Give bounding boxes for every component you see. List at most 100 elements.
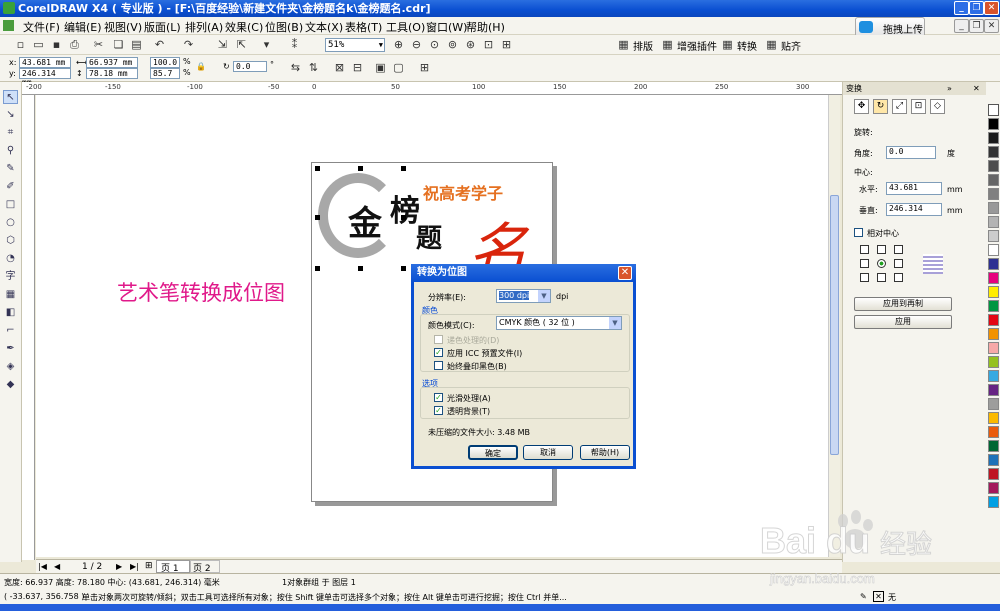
- new-icon[interactable]: ▫: [14, 38, 27, 51]
- ok-button[interactable]: 确定: [468, 445, 518, 460]
- zoom-selected-icon[interactable]: ⊙: [428, 38, 441, 51]
- skew-tab-icon[interactable]: ◇: [930, 99, 945, 114]
- selection-handle[interactable]: [358, 166, 363, 171]
- zoom-page-icon[interactable]: ⊛: [464, 38, 477, 51]
- menu-effects[interactable]: 效果(C): [225, 19, 263, 35]
- enhance-plugin-icon[interactable]: ▦: [661, 38, 674, 51]
- apply-to-duplicate-button[interactable]: 应用到再制: [854, 297, 952, 311]
- apply-icc-checkbox[interactable]: ✓: [434, 348, 443, 357]
- scrollbar-thumb[interactable]: [830, 195, 839, 455]
- size-tab-icon[interactable]: ⊡: [911, 99, 926, 114]
- add-page-icon[interactable]: ⊞: [145, 561, 153, 571]
- save-icon[interactable]: ▪: [50, 38, 63, 51]
- color-swatch[interactable]: [988, 482, 999, 494]
- y-position-field[interactable]: 246.314 mm: [19, 68, 71, 87]
- anchor-point[interactable]: [894, 273, 903, 282]
- lock-ratio-icon[interactable]: 🔒: [196, 62, 206, 71]
- menu-layout[interactable]: 版面(L): [144, 19, 181, 35]
- color-swatch[interactable]: [988, 328, 999, 340]
- docker-close-icon[interactable]: ✕: [973, 82, 980, 95]
- paste-icon[interactable]: ▤: [130, 38, 143, 51]
- always-overprint-checkbox[interactable]: [434, 361, 443, 370]
- artwork-group[interactable]: 金 榜 题 名 祝高考学子: [318, 168, 548, 287]
- width-field[interactable]: 66.937 mm: [86, 57, 138, 68]
- relative-center-checkbox[interactable]: [854, 228, 863, 237]
- apply-button[interactable]: 应用: [854, 315, 952, 329]
- mirror-horizontal-icon[interactable]: ⇆: [289, 61, 302, 74]
- prev-page-icon[interactable]: ◀: [54, 562, 60, 571]
- snap-plugin-icon[interactable]: ▦: [765, 38, 778, 51]
- rotation-field[interactable]: 0.0: [233, 61, 267, 72]
- smart-fill-tool-icon[interactable]: ✐: [3, 180, 18, 194]
- interactive-fill-tool-icon[interactable]: ◆: [3, 378, 18, 392]
- menu-file[interactable]: 文件(F): [23, 19, 60, 35]
- next-page-icon[interactable]: ▶: [116, 562, 122, 571]
- group-icon[interactable]: ⊠: [333, 61, 346, 74]
- menu-window[interactable]: 窗口(W): [426, 19, 467, 35]
- restore-button[interactable]: ❐: [969, 1, 984, 15]
- import-icon[interactable]: ⇲: [216, 38, 229, 51]
- docker-collapse-icon[interactable]: »: [947, 82, 952, 95]
- anchor-point[interactable]: [877, 273, 886, 282]
- anchor-point[interactable]: [894, 245, 903, 254]
- color-swatch[interactable]: [988, 426, 999, 438]
- menu-edit[interactable]: 编辑(E): [64, 19, 102, 35]
- page-tab-1[interactable]: 页 1: [156, 560, 190, 574]
- doc-close-button[interactable]: ✕: [984, 19, 999, 33]
- print-icon[interactable]: ⎙: [68, 38, 81, 51]
- color-swatch[interactable]: [988, 412, 999, 424]
- fill-tool-icon[interactable]: ◈: [3, 360, 18, 374]
- zoom-width-icon[interactable]: ⊡: [482, 38, 495, 51]
- color-swatch[interactable]: [988, 244, 999, 256]
- ungroup-icon[interactable]: ⊟: [351, 61, 364, 74]
- selection-handle[interactable]: [315, 166, 320, 171]
- selection-handle[interactable]: [315, 215, 320, 220]
- selection-handle[interactable]: [401, 266, 406, 271]
- anchor-point[interactable]: [894, 259, 903, 268]
- color-swatch[interactable]: [988, 356, 999, 368]
- convert-plugin-icon[interactable]: ▦: [721, 38, 734, 51]
- color-swatch[interactable]: [988, 202, 999, 214]
- snap-plugin-button[interactable]: 贴齐: [781, 38, 801, 53]
- text-tool-icon[interactable]: 字: [3, 270, 18, 284]
- table-tool-icon[interactable]: ▦: [3, 288, 18, 302]
- anchor-point-center[interactable]: [877, 259, 886, 268]
- anchor-point[interactable]: [877, 245, 886, 254]
- combine-icon[interactable]: ▣: [374, 61, 387, 74]
- undo-icon[interactable]: ↶: [153, 38, 166, 51]
- selection-handle[interactable]: [358, 266, 363, 271]
- convert-to-curves-icon[interactable]: ⊞: [418, 61, 431, 74]
- rectangle-tool-icon[interactable]: □: [3, 198, 18, 212]
- shape-tool-icon[interactable]: ↘: [3, 108, 18, 122]
- application-launcher-icon[interactable]: ▾: [260, 38, 273, 51]
- zoom-tool-icon[interactable]: ⚲: [3, 144, 18, 158]
- scale-tab-icon[interactable]: ⤢: [892, 99, 907, 114]
- x-position-field[interactable]: 43.681 mm: [19, 57, 71, 68]
- color-swatch[interactable]: [988, 160, 999, 172]
- outline-tool-icon[interactable]: ✒: [3, 342, 18, 356]
- color-swatch[interactable]: [988, 496, 999, 508]
- anchor-point[interactable]: [860, 259, 869, 268]
- angle-field[interactable]: 0.0: [886, 146, 936, 159]
- copy-icon[interactable]: ❏: [112, 38, 125, 51]
- first-page-icon[interactable]: |◀: [38, 562, 47, 571]
- anchor-point[interactable]: [860, 245, 869, 254]
- menu-bitmaps[interactable]: 位图(B): [265, 19, 303, 35]
- close-button[interactable]: ✕: [984, 1, 999, 15]
- menu-arrange[interactable]: 排列(A): [185, 19, 223, 35]
- layout-plugin-icon[interactable]: ▦: [617, 38, 630, 51]
- selection-handle[interactable]: [401, 166, 406, 171]
- color-swatch[interactable]: [988, 300, 999, 312]
- color-swatch[interactable]: [988, 146, 999, 158]
- break-apart-icon[interactable]: ▢: [392, 61, 405, 74]
- basic-shapes-tool-icon[interactable]: ◔: [3, 252, 18, 266]
- color-swatch[interactable]: [988, 174, 999, 186]
- color-swatch[interactable]: [988, 398, 999, 410]
- color-swatch[interactable]: [988, 272, 999, 284]
- cut-icon[interactable]: ✂: [92, 38, 105, 51]
- menu-help[interactable]: 帮助(H): [466, 19, 505, 35]
- minimize-button[interactable]: _: [954, 1, 969, 15]
- transparent-bg-checkbox[interactable]: ✓: [434, 406, 443, 415]
- ellipse-tool-icon[interactable]: ○: [3, 216, 18, 230]
- color-swatch[interactable]: [988, 230, 999, 242]
